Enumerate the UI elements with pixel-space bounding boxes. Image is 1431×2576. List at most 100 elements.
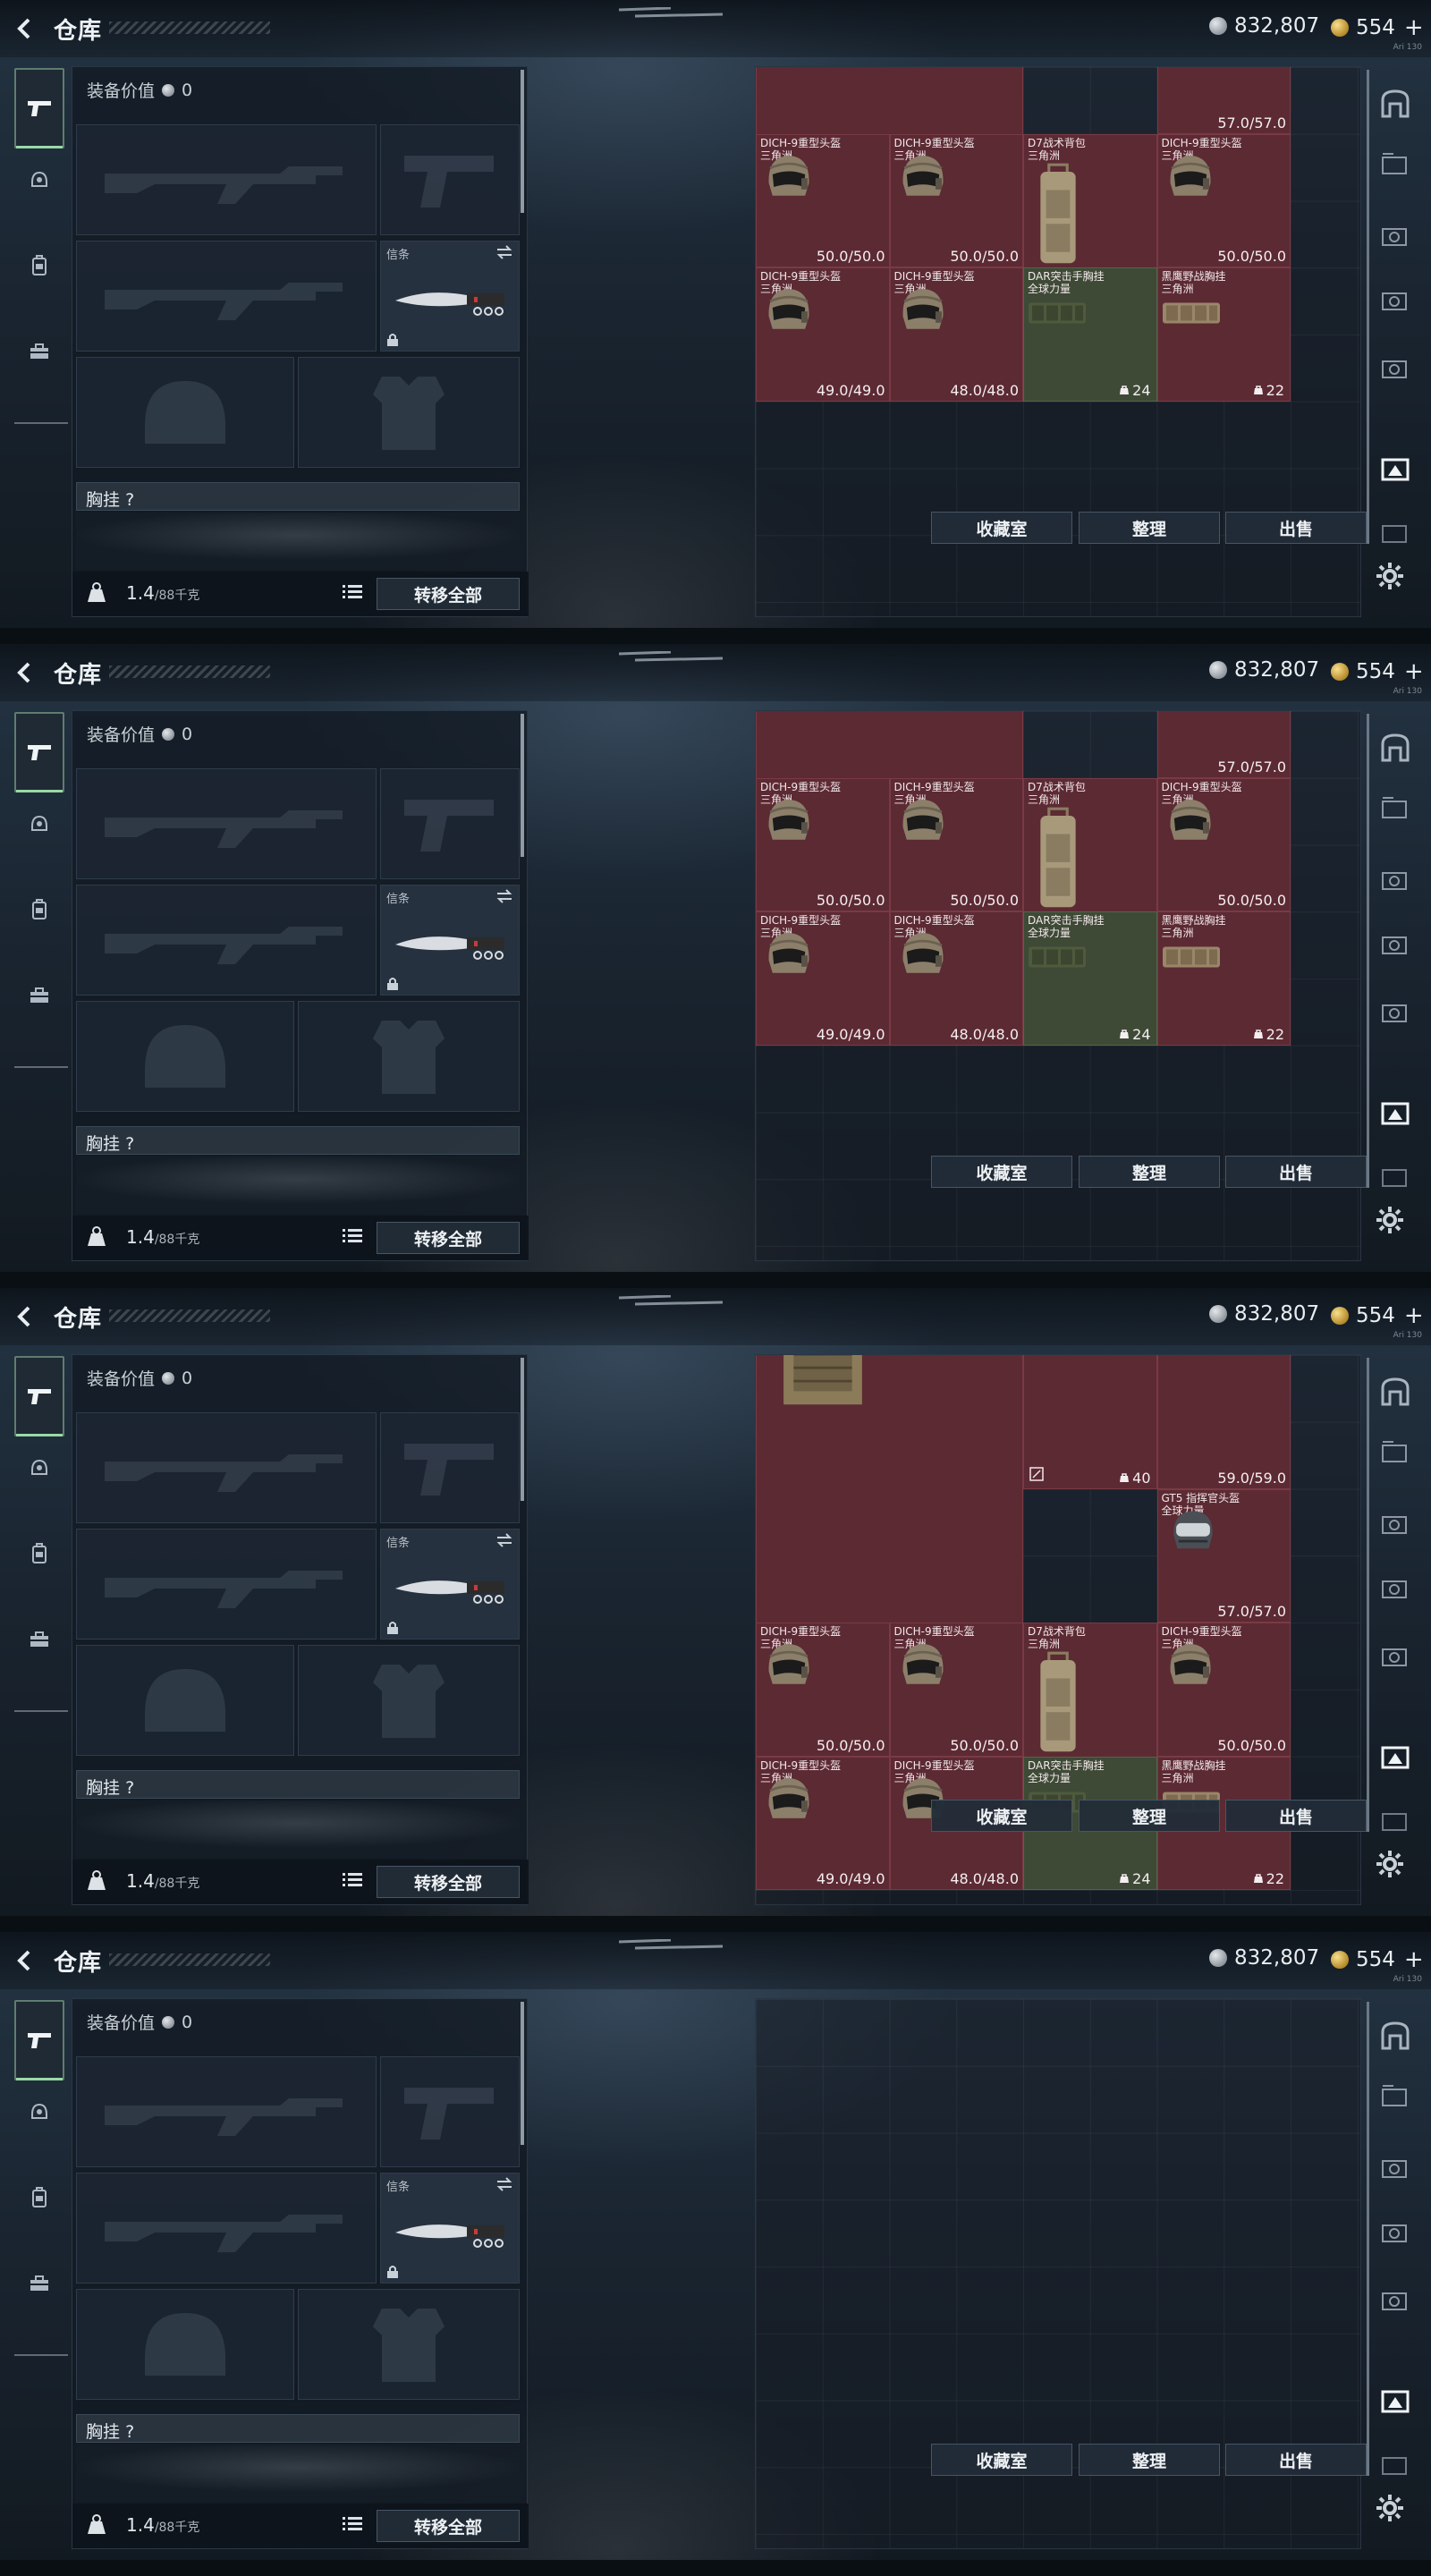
organize-button[interactable]: 整理 xyxy=(1079,2444,1220,2476)
collection-room-button[interactable]: 收藏室 xyxy=(931,1156,1072,1188)
stash-page-active-icon[interactable] xyxy=(1377,2385,1413,2417)
slot-primary-weapon[interactable] xyxy=(76,1412,377,1523)
stash-page-icon[interactable] xyxy=(1377,1572,1413,1605)
stash-page-icon[interactable] xyxy=(1377,2152,1413,2184)
slot-primary-weapon[interactable] xyxy=(76,2056,377,2167)
stash-item-dich-helmet-2[interactable]: DICH-9重型头盔 三角洲 50.0/50.0 xyxy=(889,1623,1023,1757)
slot-melee[interactable]: 信条 xyxy=(380,2173,520,2284)
currency-gold[interactable]: 554 + xyxy=(1331,1946,1424,1973)
stash-item-heiying-chest-rig[interactable]: 黑鹰野战胸挂 三角洲 22 xyxy=(1156,911,1291,1046)
sell-button[interactable]: 出售 xyxy=(1225,1156,1367,1188)
sell-button[interactable]: 出售 xyxy=(1225,512,1367,544)
stash-item-helmet-top[interactable]: 59.0/59.0 xyxy=(1156,1355,1291,1489)
stash-item-dar-chest-rig[interactable]: DAR突击手胸挂 全球力量 24 xyxy=(1023,911,1157,1046)
slot-armor[interactable] xyxy=(298,1645,520,1756)
slot-secondary-weapon[interactable] xyxy=(76,1529,377,1640)
stash-home-icon[interactable] xyxy=(1377,732,1413,764)
list-icon[interactable] xyxy=(343,1228,362,1244)
slot-melee[interactable]: 信条 xyxy=(380,885,520,996)
stash-page-icon[interactable] xyxy=(1377,1508,1413,1540)
collection-room-button[interactable]: 收藏室 xyxy=(931,2444,1072,2476)
currency-gold[interactable]: 554 + xyxy=(1331,14,1424,41)
sell-button[interactable]: 出售 xyxy=(1225,1800,1367,1832)
slot-pistol[interactable] xyxy=(380,2056,520,2167)
chest-rig-slot[interactable]: 胸挂 ? xyxy=(76,1126,520,1155)
slot-pistol[interactable] xyxy=(380,1412,520,1523)
stash-item-dich-helmet-4[interactable]: DICH-9重型头盔 三角洲 49.0/49.0 xyxy=(756,267,890,402)
add-currency-button[interactable]: + xyxy=(1404,14,1424,41)
slot-armor[interactable] xyxy=(298,2289,520,2400)
tab-backpack[interactable] xyxy=(14,1531,64,1576)
stash-page-icon[interactable] xyxy=(1377,864,1413,896)
transfer-all-button[interactable]: 转移全部 xyxy=(377,1222,520,1254)
slot-secondary-weapon[interactable] xyxy=(76,241,377,352)
stash-item-gt5-helmet[interactable]: GT5 指挥官头盔全球力量57.0/57.0 xyxy=(1156,1488,1291,1623)
transfer-all-button[interactable]: 转移全部 xyxy=(377,2510,520,2542)
settings-gear-icon[interactable] xyxy=(1376,2494,1404,2522)
chest-rig-slot[interactable]: 胸挂 ? xyxy=(76,482,520,511)
stash-page-icon[interactable] xyxy=(1377,148,1413,181)
transfer-all-button[interactable]: 转移全部 xyxy=(377,578,520,610)
chest-rig-slot[interactable]: 胸挂 ? xyxy=(76,2414,520,2443)
tab-backpack[interactable] xyxy=(14,2175,64,2220)
organize-button[interactable]: 整理 xyxy=(1079,512,1220,544)
equipment-scrollbar[interactable] xyxy=(521,70,524,213)
stash-item-gt5-helmet[interactable]: GT5 指挥官头盔全球力量57.0/57.0 xyxy=(1156,67,1291,134)
settings-gear-icon[interactable] xyxy=(1376,1206,1404,1234)
slot-helmet[interactable] xyxy=(76,1001,294,1112)
stash-item-dich-helmet-1[interactable]: DICH-9重型头盔 三角洲 50.0/50.0 xyxy=(756,1623,890,1757)
currency-gold[interactable]: 554 + xyxy=(1331,1302,1424,1329)
slot-primary-weapon[interactable] xyxy=(76,768,377,879)
stash-page-icon[interactable] xyxy=(1377,996,1413,1029)
currency-gold[interactable]: 554 + xyxy=(1331,658,1424,685)
rail-scrollbar[interactable] xyxy=(1367,70,1369,544)
stash-page-icon[interactable] xyxy=(1377,1805,1413,1837)
stash-home-icon[interactable] xyxy=(1377,2020,1413,2052)
stash-page-icon[interactable] xyxy=(1377,1640,1413,1673)
list-icon[interactable] xyxy=(343,1872,362,1888)
stash-page-icon[interactable] xyxy=(1377,1436,1413,1469)
add-currency-button[interactable]: + xyxy=(1404,1946,1424,1973)
equipment-scrollbar[interactable] xyxy=(521,714,524,857)
transfer-all-button[interactable]: 转移全部 xyxy=(377,1866,520,1898)
tab-helmet[interactable] xyxy=(14,1445,64,1490)
slot-melee[interactable]: 信条 xyxy=(380,241,520,352)
stash-item-dich-helmet-1[interactable]: DICH-9重型头盔 三角洲 50.0/50.0 xyxy=(756,133,890,268)
back-arrow-icon[interactable] xyxy=(13,1948,38,1973)
stash-page-icon[interactable] xyxy=(1377,928,1413,961)
stash-page-icon[interactable] xyxy=(1377,517,1413,549)
back-arrow-icon[interactable] xyxy=(13,1304,38,1329)
stash-item-bag-top[interactable]: 40 xyxy=(1023,1355,1157,1489)
stash-page-active-icon[interactable] xyxy=(1377,1741,1413,1773)
stash-page-icon[interactable] xyxy=(1377,2449,1413,2481)
stash-item-heiying-chest-rig[interactable]: 黑鹰野战胸挂 三角洲 22 xyxy=(1156,267,1291,402)
organize-button[interactable]: 整理 xyxy=(1079,1800,1220,1832)
tab-backpack[interactable] xyxy=(14,887,64,932)
stash-page-icon[interactable] xyxy=(1377,2216,1413,2249)
tab-weapons[interactable] xyxy=(14,1356,64,1436)
back-arrow-icon[interactable] xyxy=(13,16,38,41)
slot-helmet[interactable] xyxy=(76,2289,294,2400)
tab-weapons[interactable] xyxy=(14,68,64,148)
tab-weapons[interactable] xyxy=(14,2000,64,2080)
tab-helmet[interactable] xyxy=(14,801,64,846)
organize-button[interactable]: 整理 xyxy=(1079,1156,1220,1188)
stash-home-icon[interactable] xyxy=(1377,1376,1413,1408)
add-currency-button[interactable]: + xyxy=(1404,658,1424,685)
slot-helmet[interactable] xyxy=(76,1645,294,1756)
stash-page-icon[interactable] xyxy=(1377,284,1413,317)
stash-item-gt5-helmet[interactable]: GT5 指挥官头盔全球力量57.0/57.0 xyxy=(1156,711,1291,778)
tab-case[interactable] xyxy=(14,329,64,374)
stash-page-icon[interactable] xyxy=(1377,352,1413,385)
slot-armor[interactable] xyxy=(298,1001,520,1112)
stash-item-dich-helmet-3[interactable]: DICH-9重型头盔 三角洲 50.0/50.0 xyxy=(1156,777,1291,912)
slot-pistol[interactable] xyxy=(380,768,520,879)
stash-item-dich-helmet-2[interactable]: DICH-9重型头盔 三角洲 50.0/50.0 xyxy=(889,133,1023,268)
back-arrow-icon[interactable] xyxy=(13,660,38,685)
tab-helmet[interactable] xyxy=(14,2089,64,2134)
slot-armor[interactable] xyxy=(298,357,520,468)
tab-helmet[interactable] xyxy=(14,157,64,202)
stash-item-dich-helmet-5[interactable]: DICH-9重型头盔 三角洲 48.0/48.0 xyxy=(889,267,1023,402)
list-icon[interactable] xyxy=(343,2516,362,2532)
stash-page-active-icon[interactable] xyxy=(1377,453,1413,485)
